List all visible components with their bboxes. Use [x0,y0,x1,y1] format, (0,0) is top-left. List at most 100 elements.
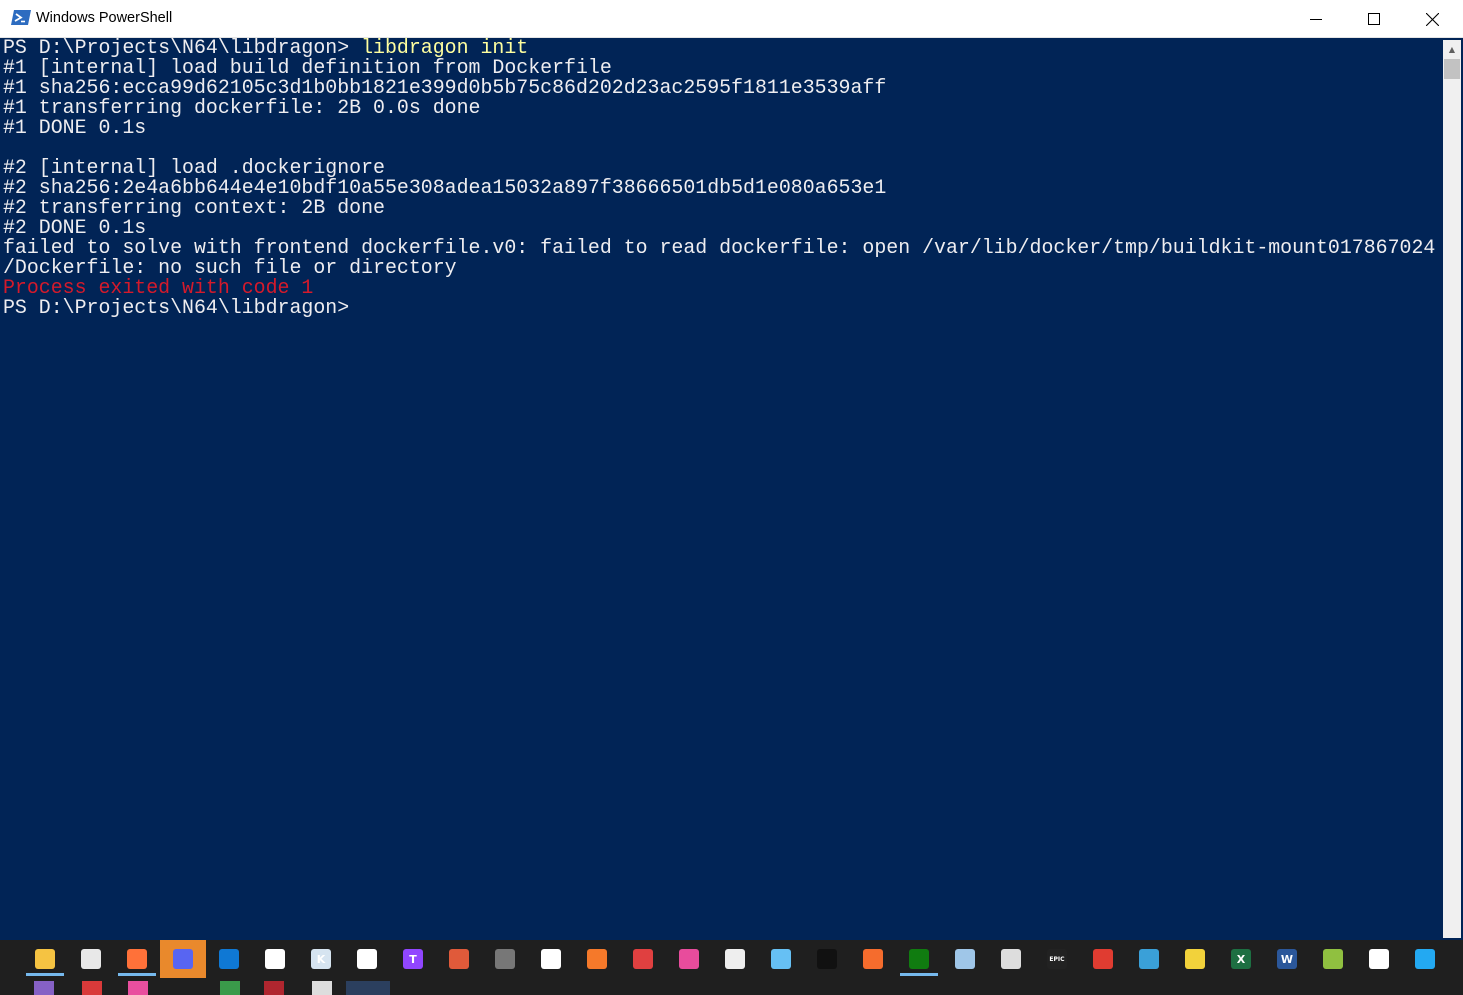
skater-app-icon [725,949,745,969]
line-text: #1 DONE 0.1s [3,116,147,139]
word-icon: W [1277,949,1297,969]
visual-studio-icon[interactable] [34,981,54,995]
multicolor-app-icon [1093,949,1113,969]
taskbar-item-notepad-plus[interactable] [1310,940,1356,978]
taskbar-item-crescent-app[interactable] [528,940,574,978]
output-line: #2 sha256:2e4a6bb644e4e10bdf10a55e308ade… [3,178,886,198]
crescent-app-icon [541,949,561,969]
lemon-app-icon [1185,949,1205,969]
twitch-app-icon: T [403,949,423,969]
xbox-icon [909,949,929,969]
vertical-scrollbar[interactable] [1443,40,1461,938]
games-launcher-icon [817,949,837,969]
powershell-window: Windows PowerShell PS D:\Projects\N64\li… [0,0,1463,940]
ide-app-icon[interactable] [128,981,148,995]
taskbar-item-vscode[interactable] [1402,940,1448,978]
output-line: failed to solve with frontend dockerfile… [3,238,1435,258]
taskbar-item-microsoft-store[interactable] [68,940,114,978]
console-output[interactable]: PS D:\Projects\N64\libdragon> libdragon … [0,38,1441,940]
taskbar-item-origin[interactable] [850,940,896,978]
taskbar-item-tools-app[interactable] [620,940,666,978]
taskbar-item-discord[interactable] [160,940,206,978]
chat-bubble-icon [357,949,377,969]
dolphin-emulator-icon [1139,949,1159,969]
output-line: #1 transferring dockerfile: 2B 0.0s done [3,98,480,118]
taskbar-item-pencil-app[interactable] [436,940,482,978]
unity-icon [1001,949,1021,969]
taskbar-item-blender[interactable] [574,940,620,978]
taskbar-item-multicolor-app[interactable] [1080,940,1126,978]
taskbar-item-game-app[interactable] [482,940,528,978]
origin-icon [863,949,883,969]
epic-games-icon: EPIC [1047,949,1067,969]
taskbar-item-chat-bubble[interactable] [344,940,390,978]
powershell-icon [11,10,31,25]
notepad-plus-icon [1323,949,1343,969]
vscode-icon [1415,949,1435,969]
taskbar-item-xbox[interactable] [896,940,942,978]
circle-app-icon [1369,949,1389,969]
minimize-icon [1310,19,1322,20]
close-button[interactable] [1403,0,1461,38]
output-line: #1 sha256:ecca99d62105c3d1b0bb1821e399d0… [3,78,886,98]
title-bar[interactable]: Windows PowerShell [0,0,1463,38]
output-line: #1 [internal] load build definition from… [3,58,612,78]
output-line: /Dockerfile: no such file or directory [3,258,457,278]
taskbar-item-circle-app[interactable] [1356,940,1402,978]
running-indicator [26,973,64,976]
taskbar-item-excel[interactable]: X [1218,940,1264,978]
dark-red-app-icon[interactable] [264,981,284,995]
maximize-button[interactable] [1345,0,1403,38]
3d-viewer-icon [955,949,975,969]
green-app-icon[interactable] [220,981,240,995]
microsoft-store-icon [81,949,101,969]
blender-icon [587,949,607,969]
taskbar-item-lemon-app[interactable] [1172,940,1218,978]
output-line: #2 transferring context: 2B done [3,198,385,218]
output-line: #2 DONE 0.1s [3,218,146,238]
taskbar-item-krita[interactable]: K [298,940,344,978]
close-icon [1425,12,1439,26]
mail-icon [219,949,239,969]
running-indicator [118,973,156,976]
taskbar-item-word[interactable]: W [1264,940,1310,978]
taskbar-item-dolphin-emulator[interactable] [1126,940,1172,978]
taskbar-item-steam[interactable] [758,940,804,978]
taskbar: K T EPIC X W [0,940,1463,995]
taskbar-item-epic-games[interactable]: EPIC [1034,940,1080,978]
steam-icon [771,949,791,969]
tools-app-icon [633,949,653,969]
photo-app-icon [679,949,699,969]
red-app-icon[interactable] [82,981,102,995]
pencil-app-icon [449,949,469,969]
taskbar-item-skater-app[interactable] [712,940,758,978]
running-indicator [900,973,938,976]
line-text: PS D:\Projects\N64\libdragon> [3,296,350,319]
output-line: #2 [internal] load .dockerignore [3,158,385,178]
error-line: Process exited with code 1 [3,278,313,298]
prompt-line: PS D:\Projects\N64\libdragon> [3,298,349,318]
scroll-up-icon[interactable]: ▲ [1443,40,1461,58]
taskbar-item-firefox[interactable] [114,940,160,978]
taskbar-item-3d-viewer[interactable] [942,940,988,978]
game-app-icon [495,949,515,969]
taskbar-item-games-launcher[interactable] [804,940,850,978]
scrollbar-thumb[interactable] [1444,59,1460,79]
powershell-taskbar-icon[interactable] [346,981,390,995]
taskbar-item-mail[interactable] [206,940,252,978]
settings-icon[interactable] [312,981,332,995]
output-line: #1 DONE 0.1s [3,118,146,138]
taskbar-item-photo-app[interactable] [666,940,712,978]
maximize-icon [1368,13,1380,25]
firefox-icon [127,949,147,969]
taskbar-item-fox-app[interactable] [252,940,298,978]
window-title: Windows PowerShell [36,10,173,26]
krita-icon: K [311,949,331,969]
discord-icon [173,949,193,969]
file-explorer-icon [35,949,55,969]
taskbar-item-unity[interactable] [988,940,1034,978]
taskbar-item-twitch-app[interactable]: T [390,940,436,978]
taskbar-item-file-explorer[interactable] [22,940,68,978]
excel-icon: X [1231,949,1251,969]
minimize-button[interactable] [1287,0,1345,38]
